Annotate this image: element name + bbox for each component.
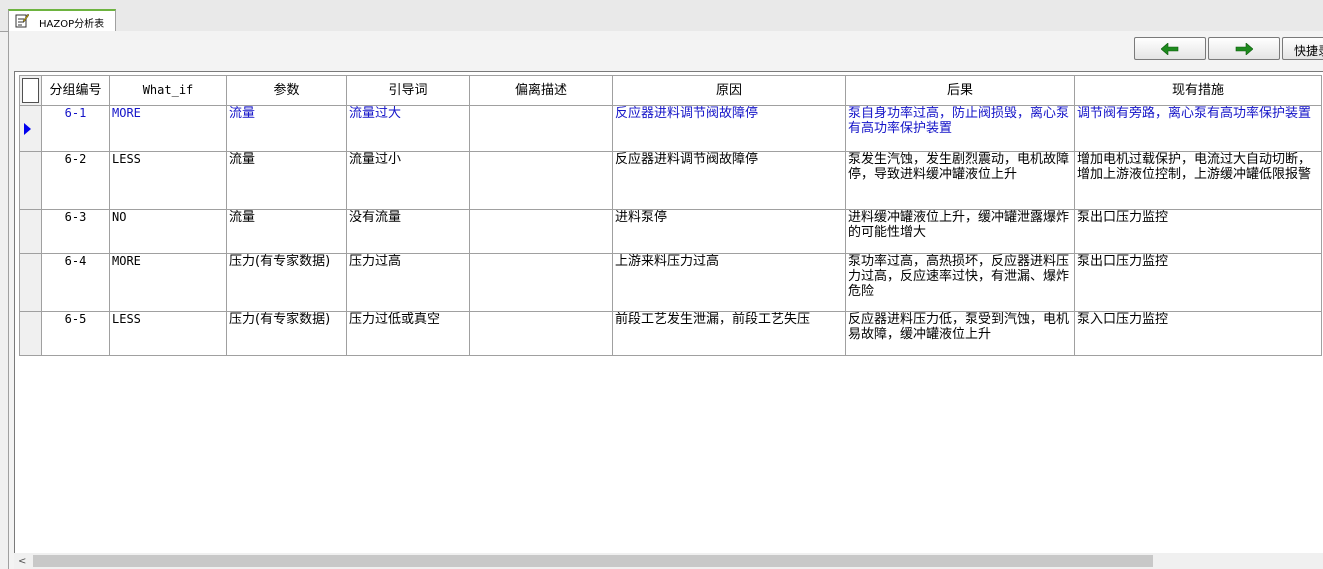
col-header-cause[interactable]: 原因 (612, 75, 846, 106)
tab-strip: HAZOP分析表 (0, 0, 1323, 32)
col-header-what-if[interactable]: What_if (109, 75, 227, 106)
cell-parameter[interactable]: 压力(有专家数据) (226, 311, 347, 356)
cell-deviation[interactable] (469, 151, 613, 210)
cell-consequence[interactable]: 泵发生汽蚀，发生剧烈震动，电机故障停，导致进料缓冲罐液位上升 (845, 151, 1075, 210)
row-selector[interactable] (19, 151, 42, 210)
cell-consequence[interactable]: 反应器进料压力低，泵受到汽蚀，电机易故障，缓冲罐液位上升 (845, 311, 1075, 356)
cell-guide-word[interactable]: 压力过低或真空 (346, 311, 470, 356)
cell-consequence[interactable]: 进料缓冲罐液位上升，缓冲罐泄露爆炸的可能性增大 (845, 209, 1075, 254)
cell-deviation[interactable] (469, 105, 613, 152)
table-row[interactable]: 6-4 MORE 压力(有专家数据) 压力过高 上游来料压力过高 泵功率过高，高… (19, 253, 1322, 312)
row-selector[interactable] (19, 311, 42, 356)
green-right-arrow-icon (1235, 43, 1253, 55)
col-header-consequence[interactable]: 后果 (845, 75, 1075, 106)
cell-parameter[interactable]: 流量 (226, 151, 347, 210)
scroll-left-icon[interactable]: < (18, 556, 26, 567)
cell-guide-word[interactable]: 流量过大 (346, 105, 470, 152)
tab-hazop-analysis[interactable]: HAZOP分析表 (8, 9, 116, 31)
select-all-corner[interactable] (19, 75, 42, 106)
cell-existing-measures[interactable]: 泵出口压力监控 (1074, 209, 1322, 254)
cell-cause[interactable]: 反应器进料调节阀故障停 (612, 105, 846, 152)
cell-parameter[interactable]: 压力(有专家数据) (226, 253, 347, 312)
col-header-deviation[interactable]: 偏离描述 (469, 75, 613, 106)
cell-parameter[interactable]: 流量 (226, 209, 347, 254)
cell-deviation[interactable] (469, 209, 613, 254)
cell-existing-measures[interactable]: 增加电机过载保护，电流过大自动切断，增加上游液位控制，上游缓冲罐低限报警 (1074, 151, 1322, 210)
cell-cause[interactable]: 上游来料压力过高 (612, 253, 846, 312)
current-row-marker-icon (24, 122, 31, 135)
cell-deviation[interactable] (469, 311, 613, 356)
cell-group-id[interactable]: 6-4 (41, 253, 110, 312)
cell-what-if[interactable]: MORE (109, 105, 227, 152)
cell-deviation[interactable] (469, 253, 613, 312)
row-selector[interactable] (19, 209, 42, 254)
cell-group-id[interactable]: 6-2 (41, 151, 110, 210)
cell-guide-word[interactable]: 压力过高 (346, 253, 470, 312)
row-selector[interactable] (19, 105, 42, 152)
col-header-existing-measures[interactable]: 现有措施 (1074, 75, 1322, 106)
table-row[interactable]: 6-5 LESS 压力(有专家数据) 压力过低或真空 前段工艺发生泄漏，前段工艺… (19, 311, 1322, 356)
cell-cause[interactable]: 进料泵停 (612, 209, 846, 254)
horizontal-scrollbar[interactable]: < (14, 553, 1323, 569)
cell-guide-word[interactable]: 没有流量 (346, 209, 470, 254)
table-row[interactable]: 6-1 MORE 流量 流量过大 反应器进料调节阀故障停 泵自身功率过高，防止阀… (19, 105, 1322, 152)
header-row: 分组编号 What_if 参数 引导词 偏离描述 原因 后果 现有措施 (19, 75, 1322, 106)
hazop-grid: 分组编号 What_if 参数 引导词 偏离描述 原因 后果 现有措施 6-1 … (14, 71, 1323, 569)
cell-group-id[interactable]: 6-3 (41, 209, 110, 254)
cell-guide-word[interactable]: 流量过小 (346, 151, 470, 210)
cell-what-if[interactable]: MORE (109, 253, 227, 312)
cell-existing-measures[interactable]: 泵出口压力监控 (1074, 253, 1322, 312)
cell-cause[interactable]: 前段工艺发生泄漏，前段工艺失压 (612, 311, 846, 356)
col-header-guide-word[interactable]: 引导词 (346, 75, 470, 106)
cell-existing-measures[interactable]: 泵入口压力监控 (1074, 311, 1322, 356)
cell-group-id[interactable]: 6-5 (41, 311, 110, 356)
tab-label: HAZOP分析表 (39, 19, 105, 30)
cell-what-if[interactable]: NO (109, 209, 227, 254)
cell-what-if[interactable]: LESS (109, 311, 227, 356)
scrollbar-thumb[interactable] (33, 555, 1153, 567)
col-header-group-id[interactable]: 分组编号 (41, 75, 110, 106)
cell-consequence[interactable]: 泵功率过高，高热损坏，反应器进料压力过高，反应速率过快，有泄漏、爆炸危险 (845, 253, 1075, 312)
green-left-arrow-icon (1161, 43, 1179, 55)
cell-cause[interactable]: 反应器进料调节阀故障停 (612, 151, 846, 210)
next-button[interactable] (1208, 37, 1280, 60)
cell-group-id[interactable]: 6-1 (41, 105, 110, 152)
hazop-table: 分组编号 What_if 参数 引导词 偏离描述 原因 后果 现有措施 6-1 … (19, 75, 1322, 356)
cell-what-if[interactable]: LESS (109, 151, 227, 210)
cell-existing-measures[interactable]: 调节阀有旁路，离心泵有高功率保护装置 (1074, 105, 1322, 152)
previous-button[interactable] (1134, 37, 1206, 60)
row-selector[interactable] (19, 253, 42, 312)
table-row[interactable]: 6-3 NO 流量 没有流量 进料泵停 进料缓冲罐液位上升，缓冲罐泄露爆炸的可能… (19, 209, 1322, 254)
col-header-parameter[interactable]: 参数 (226, 75, 347, 106)
document-edit-icon (15, 13, 29, 28)
cell-parameter[interactable]: 流量 (226, 105, 347, 152)
table-row[interactable]: 6-2 LESS 流量 流量过小 反应器进料调节阀故障停 泵发生汽蚀，发生剧烈震… (19, 151, 1322, 210)
quick-entry-button[interactable]: 快捷录 (1282, 37, 1323, 60)
cell-consequence[interactable]: 泵自身功率过高，防止阀损毁，离心泵有高功率保护装置 (845, 105, 1075, 152)
analysis-panel: 快捷录 分组编号 What_if 参数 引导词 偏离描述 原因 后果 现有措施 (8, 31, 1323, 569)
